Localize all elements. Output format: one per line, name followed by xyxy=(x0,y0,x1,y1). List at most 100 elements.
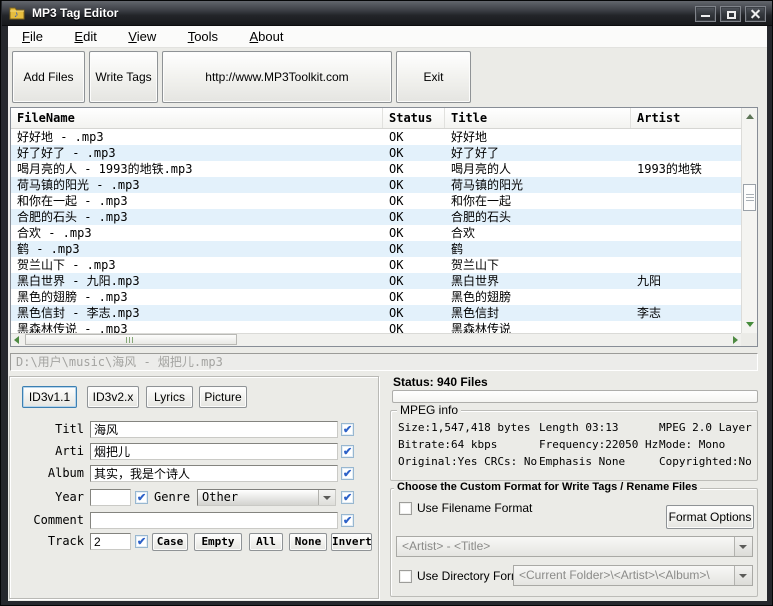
mpeg-info-line: Bitrate:64 kbps xyxy=(398,436,537,453)
cell-status: OK xyxy=(383,273,445,289)
dropdown-arrow-button[interactable] xyxy=(318,490,335,505)
minimize-icon xyxy=(701,15,710,17)
track-field[interactable] xyxy=(90,533,131,550)
title-field[interactable] xyxy=(90,421,338,438)
cell-title: 喝月亮的人 xyxy=(445,161,631,177)
add-files-button[interactable]: Add Files xyxy=(12,51,85,103)
cell-status: OK xyxy=(383,177,445,193)
mpeg-info-line: Size:1,547,418 bytes xyxy=(398,419,537,436)
invert-button[interactable]: Invert xyxy=(331,533,372,551)
vertical-scrollbar[interactable] xyxy=(741,108,757,335)
case-button[interactable]: Case xyxy=(152,533,188,551)
vertical-scrollbar-thumb[interactable] xyxy=(743,184,756,211)
tab-id3v2[interactable]: ID3v2.x xyxy=(87,386,139,408)
cell-filename: 荷马镇的阳光 - .mp3 xyxy=(11,177,383,193)
minimize-button[interactable] xyxy=(695,6,716,22)
table-row[interactable]: 好好地 - .mp3 OK 好好地 xyxy=(11,129,742,145)
album-checkbox[interactable] xyxy=(341,467,354,480)
table-row[interactable]: 合肥的石头 - .mp3 OK 合肥的石头 xyxy=(11,209,742,225)
close-button[interactable] xyxy=(745,6,766,22)
mpeg-info-line: Original:Yes CRCs: No xyxy=(398,453,537,470)
scroll-down-icon[interactable] xyxy=(746,322,754,327)
year-field[interactable] xyxy=(90,489,131,506)
artist-checkbox[interactable] xyxy=(341,445,354,458)
tab-lyrics[interactable]: Lyrics xyxy=(146,386,193,408)
genre-value: Other xyxy=(202,490,238,504)
write-tags-button[interactable]: Write Tags xyxy=(89,51,158,103)
table-row[interactable]: 贺兰山下 - .mp3 OK 贺兰山下 xyxy=(11,257,742,273)
all-button[interactable]: All xyxy=(249,533,283,551)
website-button[interactable]: http://www.MP3Toolkit.com xyxy=(162,51,392,103)
title-checkbox[interactable] xyxy=(341,423,354,436)
table-row[interactable]: 黑白世界 - 九阳.mp3 OK 黑白世界 九阳 xyxy=(11,273,742,289)
horizontal-scrollbar[interactable] xyxy=(11,333,742,346)
table-row[interactable]: 喝月亮的人 - 1993的地铁.mp3 OK 喝月亮的人 1993的地铁 xyxy=(11,161,742,177)
genre-dropdown[interactable]: Other xyxy=(197,489,336,506)
dropdown-arrow-button[interactable] xyxy=(734,566,752,585)
tab-picture[interactable]: Picture xyxy=(199,386,247,408)
use-directory-format-checkbox[interactable] xyxy=(399,570,412,583)
menu-file[interactable]: File xyxy=(9,26,56,47)
cell-title: 好好地 xyxy=(445,129,631,145)
table-row[interactable]: 和你在一起 - .mp3 OK 和你在一起 xyxy=(11,193,742,209)
menu-about[interactable]: About xyxy=(237,26,297,47)
title-bar: ♪ MP3 Tag Editor xyxy=(2,1,773,26)
cell-artist: 九阳 xyxy=(631,273,741,289)
directory-format-dropdown[interactable]: <Current Folder>\<Artist>\<Album>\ xyxy=(513,565,753,586)
exit-button[interactable]: Exit xyxy=(396,51,471,103)
mpeg-info-col2: Length 03:13Frequency:22050 HzEmphasis N… xyxy=(539,419,658,470)
menu-tools[interactable]: Tools xyxy=(175,26,231,47)
column-header-status[interactable]: Status xyxy=(383,108,445,128)
format-options-button[interactable]: Format Options xyxy=(666,505,754,529)
filename-format-dropdown[interactable]: <Artist> - <Title> xyxy=(396,536,753,557)
table-row[interactable]: 黑色的翅膀 - .mp3 OK 黑色的翅膀 xyxy=(11,289,742,305)
svg-text:♪: ♪ xyxy=(14,9,19,19)
table-row[interactable]: 黑色信封 - 李志.mp3 OK 黑色信封 李志 xyxy=(11,305,742,321)
empty-button[interactable]: Empty xyxy=(194,533,242,551)
chevron-down-icon xyxy=(739,545,747,549)
cell-filename: 鹤 - .mp3 xyxy=(11,241,383,257)
app-window: ♪ MP3 Tag Editor File Edit View Tools Ab… xyxy=(0,0,773,606)
artist-field-label: Arti xyxy=(12,443,84,460)
use-filename-format-label: Use Filename Format xyxy=(417,501,532,515)
cell-filename: 合肥的石头 - .mp3 xyxy=(11,209,383,225)
file-list-header: FileName Status Title Artist xyxy=(11,108,741,129)
cell-title: 合欢 xyxy=(445,225,631,241)
comment-field[interactable] xyxy=(90,512,338,529)
app-icon: ♪ xyxy=(9,5,25,21)
cell-status: OK xyxy=(383,225,445,241)
track-checkbox[interactable] xyxy=(135,535,148,548)
cell-filename: 黑色的翅膀 - .mp3 xyxy=(11,289,383,305)
maximize-button[interactable] xyxy=(720,6,741,22)
comment-checkbox[interactable] xyxy=(341,514,354,527)
scroll-right-icon[interactable] xyxy=(733,336,738,344)
cell-filename: 好好地 - .mp3 xyxy=(11,129,383,145)
dropdown-arrow-button[interactable] xyxy=(734,537,752,556)
file-list: FileName Status Title Artist 好好地 - .mp3 … xyxy=(10,107,758,347)
column-header-filename[interactable]: FileName xyxy=(11,108,383,128)
mpeg-info-line: Emphasis None xyxy=(539,453,658,470)
table-row[interactable]: 好了好了 - .mp3 OK 好了好了 xyxy=(11,145,742,161)
cell-title: 鹤 xyxy=(445,241,631,257)
year-checkbox[interactable] xyxy=(135,491,148,504)
cell-filename: 好了好了 - .mp3 xyxy=(11,145,383,161)
none-button[interactable]: None xyxy=(289,533,327,551)
table-row[interactable]: 鹤 - .mp3 OK 鹤 xyxy=(11,241,742,257)
scroll-left-icon[interactable] xyxy=(14,336,19,344)
column-header-artist[interactable]: Artist xyxy=(631,108,741,128)
column-header-title[interactable]: Title xyxy=(445,108,631,128)
tab-id3v1[interactable]: ID3v1.1 xyxy=(22,386,77,408)
cell-status: OK xyxy=(383,193,445,209)
use-filename-format-checkbox[interactable] xyxy=(399,502,412,515)
scroll-up-icon[interactable] xyxy=(746,114,754,119)
table-row[interactable]: 合欢 - .mp3 OK 合欢 xyxy=(11,225,742,241)
cell-filename: 喝月亮的人 - 1993的地铁.mp3 xyxy=(11,161,383,177)
artist-field[interactable] xyxy=(90,443,338,460)
menu-view[interactable]: View xyxy=(115,26,169,47)
album-field[interactable] xyxy=(90,465,338,482)
genre-checkbox[interactable] xyxy=(341,491,354,504)
table-row[interactable]: 荷马镇的阳光 - .mp3 OK 荷马镇的阳光 xyxy=(11,177,742,193)
horizontal-scrollbar-thumb[interactable] xyxy=(25,334,237,345)
menu-edit[interactable]: Edit xyxy=(61,26,109,47)
directory-format-value: <Current Folder>\<Artist>\<Album>\ xyxy=(519,568,710,582)
